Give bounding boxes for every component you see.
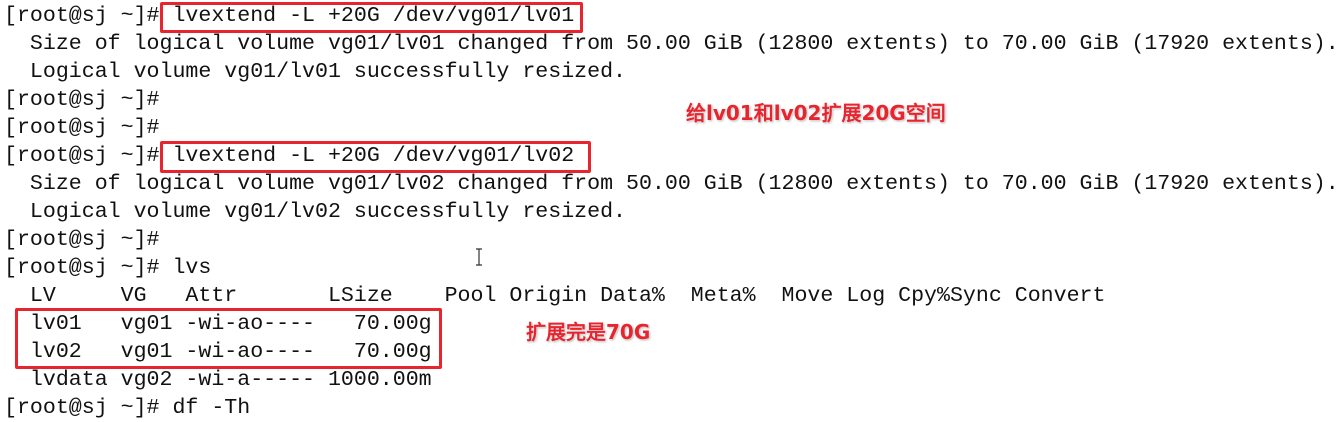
output-line: Size of logical volume vg01/lv02 changed… <box>4 172 1339 196</box>
text-cursor-icon <box>476 248 482 266</box>
output-line: Size of logical volume vg01/lv01 changed… <box>4 32 1339 56</box>
output-line: Logical volume vg01/lv02 successfully re… <box>4 200 627 224</box>
annotation-result-note: 扩展完是70G <box>526 320 651 344</box>
highlight-box-lv01-command <box>160 2 583 33</box>
prompt-line: [root@sj ~]# <box>4 116 160 140</box>
prompt-line: [root@sj ~]# <box>4 228 160 252</box>
highlight-box-lv02-command <box>160 141 591 173</box>
command-line-lvs: [root@sj ~]# lvs <box>4 256 212 280</box>
command-line-df: [root@sj ~]# df -Th <box>4 396 251 420</box>
lvs-header-row: LV VG Attr LSize Pool Origin Data% Meta%… <box>4 284 1106 308</box>
annotation-extend-note: 给lv01和lv02扩展20G空间 <box>686 101 946 125</box>
lvs-row-lvdata: lvdata vg02 -wi-a----- 1000.00m <box>4 368 432 392</box>
highlight-box-lvs-rows <box>15 308 442 369</box>
prompt-line: [root@sj ~]# <box>4 88 160 112</box>
output-line: Logical volume vg01/lv01 successfully re… <box>4 60 627 84</box>
